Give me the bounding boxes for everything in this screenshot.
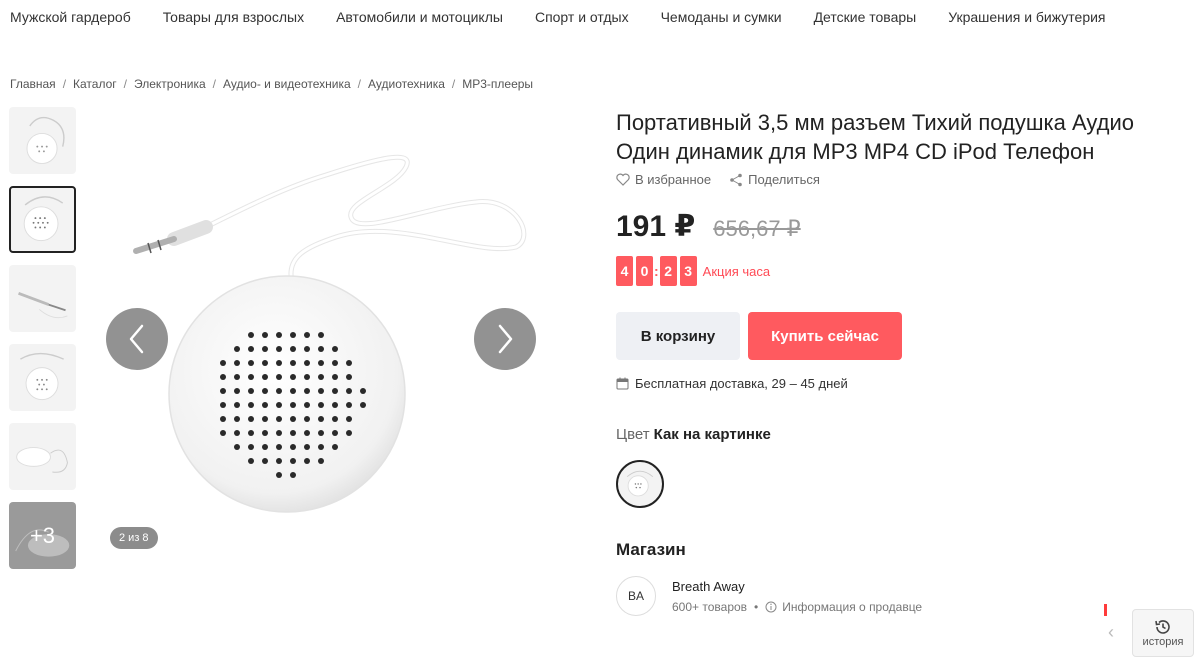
- purchase-buttons: В корзину Купить сейчас: [616, 312, 1198, 360]
- nav-item-mens-wardrobe[interactable]: Мужской гардероб: [10, 9, 131, 25]
- timer-digit: 3: [679, 256, 697, 286]
- info-icon: [765, 601, 777, 612]
- buy-now-button[interactable]: Купить сейчас: [748, 312, 902, 360]
- price-block: 191 ₽ 656,67 ₽: [616, 209, 1198, 244]
- store-details: 600+ товаров • Информация о продавце: [672, 600, 922, 614]
- store-card[interactable]: BA Breath Away 600+ товаров • Информация…: [616, 576, 1198, 616]
- thumbnail-more[interactable]: +3: [9, 502, 76, 569]
- category-nav: Мужской гардероб Товары для взрослых Авт…: [0, 0, 1198, 34]
- color-value: Как на картинке: [653, 426, 771, 443]
- share-button[interactable]: Поделиться: [729, 172, 820, 187]
- breadcrumb-audio[interactable]: Аудиотехника: [368, 77, 445, 91]
- store-avatar[interactable]: BA: [616, 576, 656, 616]
- calendar-icon: [616, 377, 629, 390]
- breadcrumb-home[interactable]: Главная: [10, 77, 56, 91]
- nav-item-luggage[interactable]: Чемоданы и сумки: [661, 9, 782, 25]
- store-items-count[interactable]: 600+ товаров: [672, 600, 747, 614]
- chevron-left-icon[interactable]: ‹: [1108, 622, 1114, 643]
- nav-item-jewelry[interactable]: Украшения и бижутерия: [948, 9, 1105, 25]
- share-icon: [730, 173, 742, 186]
- product-actions: В избранное Поделиться: [616, 172, 1198, 187]
- history-icon: [1155, 620, 1170, 634]
- nav-item-kids[interactable]: Детские товары: [814, 9, 917, 25]
- add-to-cart-button[interactable]: В корзину: [616, 312, 740, 360]
- breadcrumb-separator: /: [123, 77, 127, 91]
- store-name[interactable]: Breath Away: [672, 579, 922, 594]
- chevron-left-icon: [129, 324, 144, 354]
- thumbnail-3[interactable]: [9, 265, 76, 332]
- promo-timer: 4 0 : 2 3 Акция часа: [616, 256, 1198, 286]
- gallery-counter: 2 из 8: [110, 527, 158, 549]
- product-title: Портативный 3,5 мм разъем Тихий подушка …: [616, 108, 1198, 166]
- breadcrumb-audio-video[interactable]: Аудио- и видеотехника: [223, 77, 351, 91]
- breadcrumb-separator: /: [451, 77, 456, 91]
- seller-info-link[interactable]: Информация о продавце: [782, 600, 922, 614]
- share-label: Поделиться: [748, 172, 820, 187]
- chevron-right-icon: [498, 324, 513, 354]
- breadcrumb-electronics[interactable]: Электроника: [134, 77, 206, 91]
- thumbnail-2-selected[interactable]: [9, 186, 76, 253]
- gallery-next-button[interactable]: [474, 308, 536, 370]
- gallery-prev-button[interactable]: [106, 308, 168, 370]
- store-section-title: Магазин: [616, 540, 686, 559]
- thumbnail-4[interactable]: [9, 344, 76, 411]
- history-label: история: [1142, 636, 1184, 648]
- color-swatch-selected[interactable]: [616, 460, 664, 508]
- timer-digit: 4: [616, 256, 633, 286]
- product-title-line-1: Портативный 3,5 мм разъем Тихий подушка …: [616, 110, 1135, 135]
- nav-item-adult-goods[interactable]: Товары для взрослых: [163, 9, 304, 25]
- notification-marker: [1104, 604, 1107, 616]
- product-info: Портативный 3,5 мм разъем Тихий подушка …: [616, 108, 1198, 616]
- favorite-button[interactable]: В избранное: [616, 172, 711, 187]
- thumbnail-1[interactable]: [9, 107, 76, 174]
- store-meta: Breath Away 600+ товаров • Информация о …: [672, 579, 922, 614]
- breadcrumb-catalog[interactable]: Каталог: [73, 77, 117, 91]
- timer-digit: 0: [636, 256, 653, 286]
- old-price: 656,67 ₽: [713, 216, 801, 241]
- nav-item-sport[interactable]: Спорт и отдых: [535, 9, 629, 25]
- product-gallery: 2 из 8: [96, 107, 546, 567]
- thumbnail-list: +3: [9, 107, 77, 581]
- delivery-text: Бесплатная доставка, 29 – 45 дней: [635, 376, 848, 391]
- breadcrumb-mp3-players[interactable]: MP3-плееры: [462, 77, 533, 91]
- delivery-info: Бесплатная доставка, 29 – 45 дней: [616, 376, 1198, 391]
- more-thumbnails-count: +3: [29, 522, 56, 548]
- heart-icon: [616, 173, 630, 186]
- breadcrumb-separator: /: [62, 77, 67, 91]
- color-selector: Цвет Как на картинке: [616, 426, 1198, 443]
- promo-label: Акция часа: [702, 263, 771, 279]
- separator-dot: •: [754, 599, 759, 614]
- nav-item-auto-moto[interactable]: Автомобили и мотоциклы: [336, 9, 503, 25]
- timer-separator: :: [654, 263, 659, 279]
- color-label: Цвет: [616, 426, 650, 443]
- breadcrumb-separator: /: [212, 77, 216, 91]
- product-title-line-2: Один динамик для MP3 MP4 CD iPod Телефон: [616, 139, 1095, 164]
- breadcrumb-separator: /: [357, 77, 362, 91]
- timer-digit: 2: [659, 256, 677, 286]
- current-price: 191 ₽: [616, 210, 696, 243]
- thumbnail-5[interactable]: [9, 423, 76, 490]
- breadcrumb: Главная / Каталог / Электроника / Аудио- и …: [10, 77, 533, 91]
- history-button[interactable]: история: [1132, 609, 1194, 657]
- favorite-label: В избранное: [635, 172, 712, 187]
